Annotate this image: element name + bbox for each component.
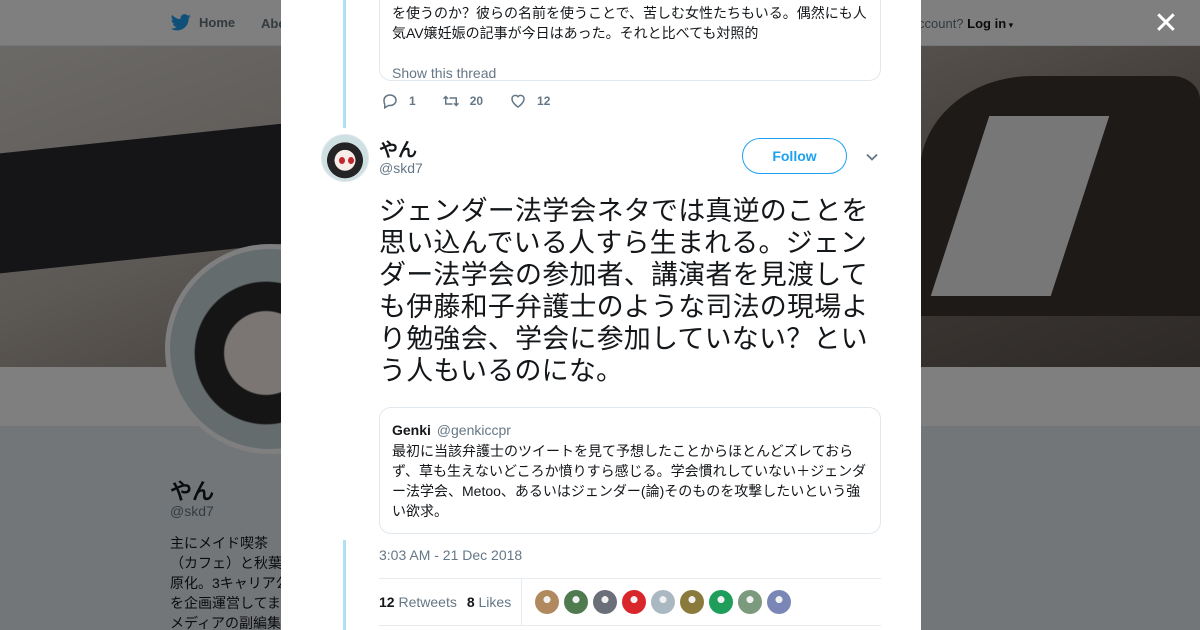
previous-tweet-actions: 1 20 12 [381, 92, 550, 110]
like-button[interactable]: 12 [509, 92, 550, 110]
reply-icon [383, 94, 397, 110]
reply-button[interactable]: 1 [381, 92, 416, 110]
tweet-modal: を使うのか？彼らの名前を使うことで、苦しむ女性たちもいる。偶然にも人気AV嬢妊娠… [281, 0, 921, 630]
author-name[interactable]: やん [379, 135, 417, 162]
likes-stat[interactable]: 8 Likes [467, 594, 511, 610]
tweet-timestamp[interactable]: 3:03 AM - 21 Dec 2018 [379, 547, 522, 563]
liker-avatar[interactable] [564, 590, 589, 614]
quoted-tweet-text: 最初に当該弁護士のツイートを見て予想したことからほとんどズレておらず、草も生えな… [392, 443, 867, 519]
retweet-count: 20 [469, 94, 484, 108]
avatar[interactable] [321, 134, 369, 182]
tweet-stats: 12 Retweets 8 Likes [379, 578, 881, 626]
show-thread-link[interactable]: Show this thread [392, 65, 868, 81]
retweets-stat[interactable]: 12 Retweets [379, 594, 457, 610]
quoted-tweet-card[interactable]: Genki @genkiccpr 最初に当該弁護士のツイートを見て予想したことか… [379, 407, 881, 534]
liker-avatar[interactable] [738, 590, 763, 614]
author-handle[interactable]: @skd7 [379, 160, 423, 176]
liker-avatar[interactable] [680, 590, 705, 614]
likes-label: Likes [478, 594, 512, 610]
quoted-tweet-header: Genki @genkiccpr [392, 420, 868, 440]
liker-avatar[interactable] [709, 590, 734, 614]
thread-line [343, 540, 346, 630]
retweets-count: 12 [379, 594, 395, 610]
liker-avatar[interactable] [767, 590, 792, 614]
reply-count: 1 [409, 94, 416, 108]
quoted-author-handle: @genkiccpr [436, 422, 511, 438]
retweet-icon [442, 95, 459, 107]
retweet-button[interactable]: 20 [442, 92, 483, 110]
likes-count: 8 [466, 594, 475, 610]
chevron-down-icon[interactable] [865, 150, 879, 164]
divider [521, 578, 523, 626]
liker-avatar[interactable] [593, 590, 618, 614]
quoted-author-name: Genki [392, 422, 431, 438]
close-icon[interactable]: ✕ [1152, 9, 1180, 39]
like-icon [511, 94, 525, 108]
liker-avatar[interactable] [622, 590, 647, 614]
liker-avatar[interactable] [535, 590, 560, 614]
previous-quote-card[interactable]: を使うのか？彼らの名前を使うことで、苦しむ女性たちもいる。偶然にも人気AV嬢妊娠… [379, 0, 881, 81]
thread-line [343, 0, 346, 128]
retweets-label: Retweets [398, 594, 457, 610]
liker-avatar[interactable] [651, 590, 676, 614]
tweet-text: ジェンダー法学会ネタでは真逆のことを思い込んでいる人すら生まれる。ジェンダー法学… [379, 196, 869, 386]
follow-button[interactable]: Follow [742, 138, 847, 174]
liker-avatars [535, 590, 792, 614]
previous-quote-text: を使うのか？彼らの名前を使うことで、苦しむ女性たちもいる。偶然にも人気AV嬢妊娠… [392, 5, 867, 41]
like-count: 12 [537, 94, 551, 108]
